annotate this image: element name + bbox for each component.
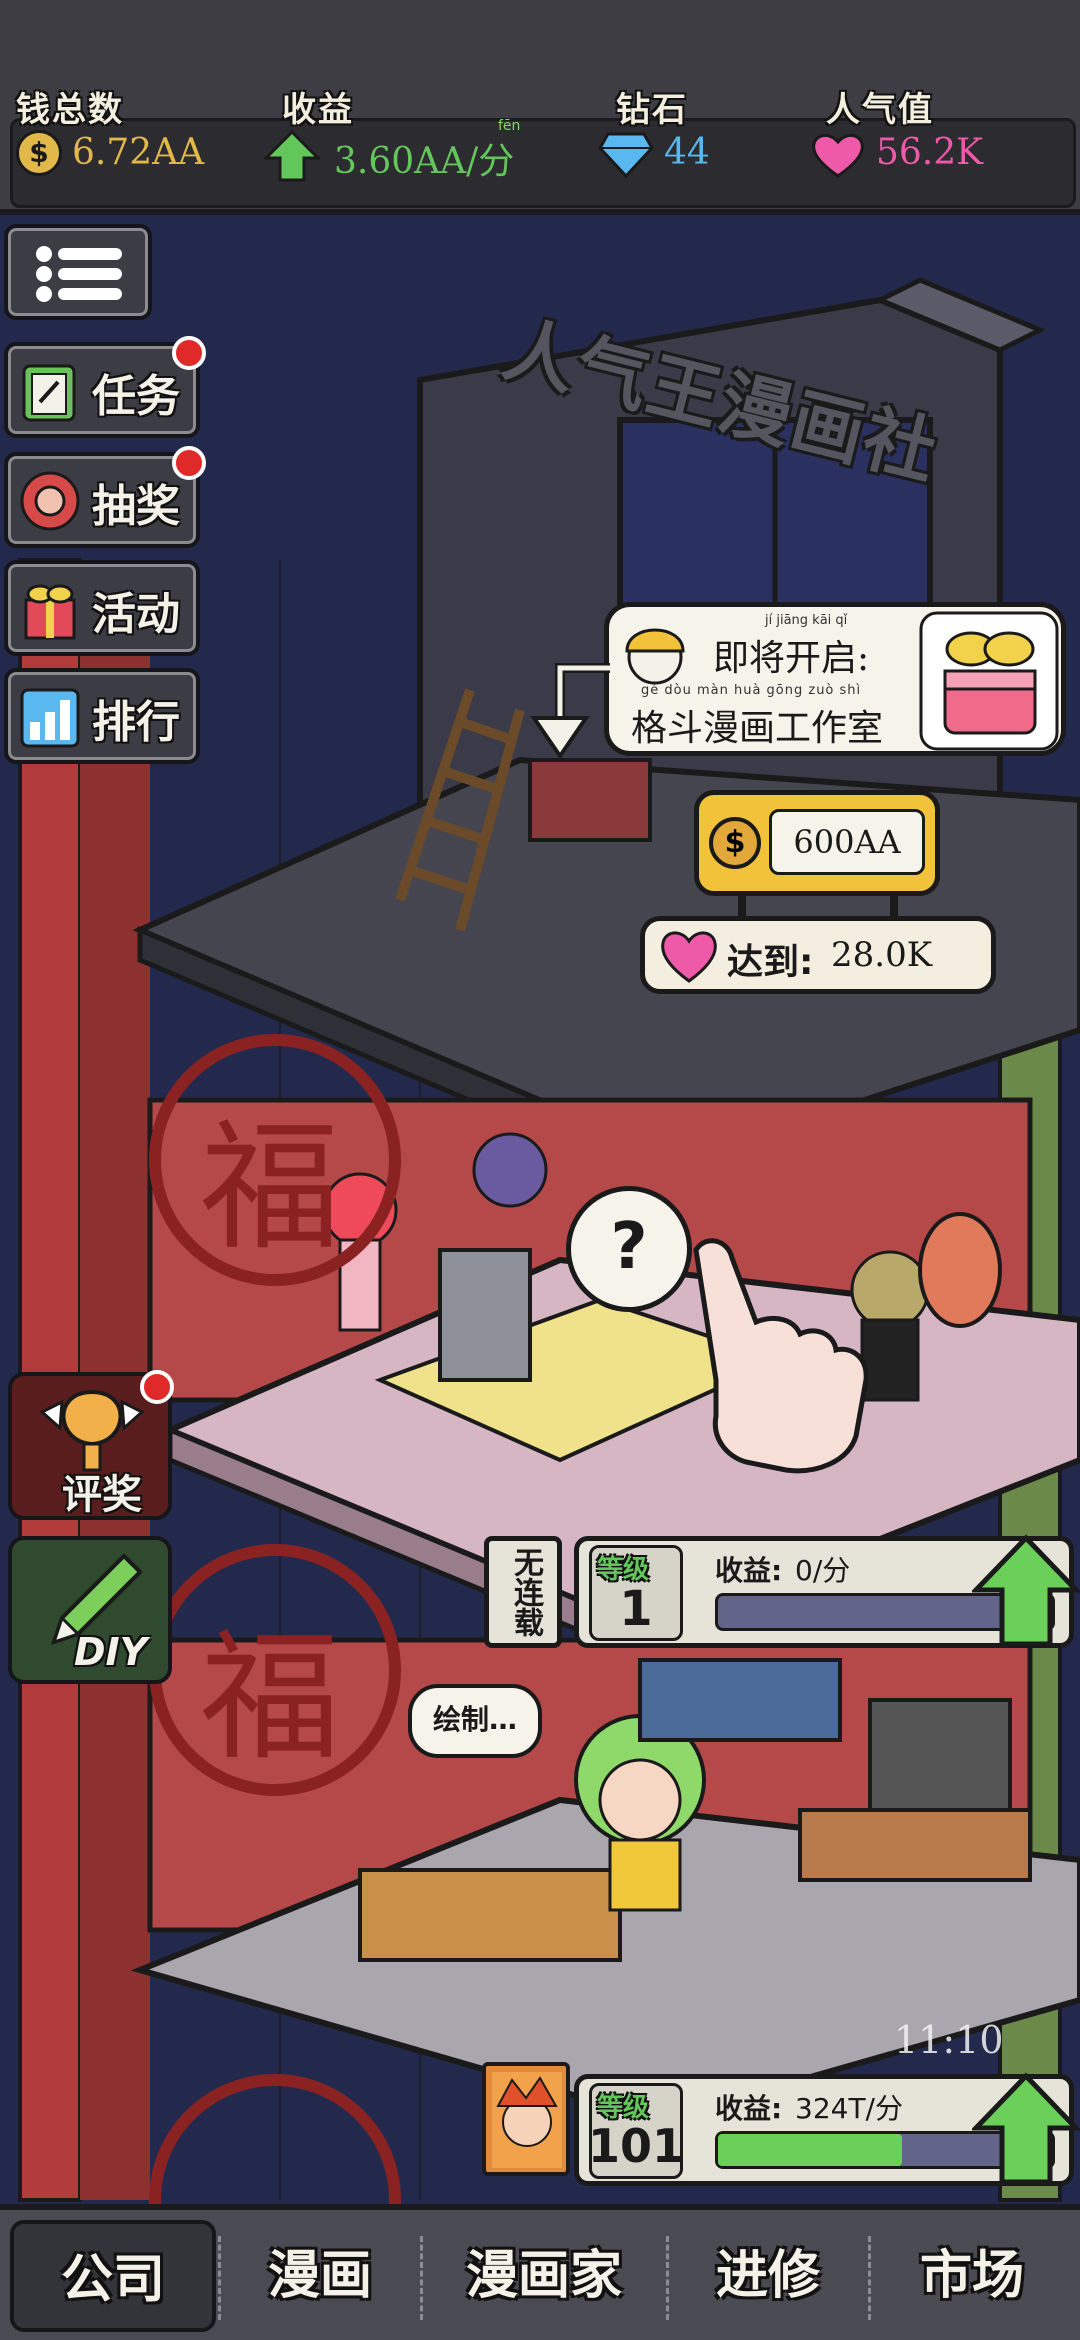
task-clipboard-icon [22, 364, 76, 422]
stats-bar: 钱总数 $ 6.72AA 收益 fēn 3.60AA/分 钻石 44 人气值 5… [0, 0, 1080, 215]
popularity-value: 56.2K [876, 132, 984, 173]
upcoming-studio-bubble[interactable]: jí jiāng kāi qǐ 即将开启: gé dòu màn huà gōn… [604, 602, 1066, 756]
bottom-nav: 公司 漫画 漫画家 进修 市场 [0, 2204, 1080, 2340]
fu-decoration: 福 [200, 1107, 341, 1270]
drawing-speech-bubble: 绘制… [408, 1684, 542, 1758]
side-item-lottery[interactable]: 抽奖 [4, 452, 200, 548]
income-label: 收益: [715, 2092, 783, 2125]
unlock-cost-plate: $ 600AA [694, 790, 940, 896]
diamonds-label: 钻石 [616, 90, 688, 130]
fu-decoration: 福 [200, 1617, 341, 1780]
no-serial-status: 无连载 [484, 1536, 562, 1648]
tab-market[interactable]: 市场 [872, 2220, 1072, 2332]
menu-list-icon [36, 246, 122, 302]
heart-icon [661, 931, 717, 983]
requirement-value: 28.0K [831, 935, 933, 975]
upcoming-title: 即将开启: [713, 638, 870, 679]
lottery-icon [20, 471, 80, 531]
diy-button[interactable]: DIY [8, 1536, 172, 1684]
coin-icon: $ [16, 130, 62, 176]
side-item-task[interactable]: 任务 [4, 342, 200, 438]
arrow-up-icon [264, 129, 320, 182]
upgrade-button[interactable] [972, 1532, 1080, 1652]
diamonds-value: 44 [664, 132, 710, 173]
income-label: 收益 [282, 90, 354, 130]
title-pinyin: jí jiāng kāi qǐ [765, 613, 848, 628]
money-value: 6.72AA [72, 132, 205, 173]
gift-icon [24, 584, 76, 640]
tab-training[interactable]: 进修 [670, 2220, 866, 2332]
income-label: 收益: [715, 1554, 783, 1587]
artist-avatar[interactable] [482, 2062, 570, 2176]
award-label: 评奖 [62, 1472, 142, 1518]
tab-company[interactable]: 公司 [10, 2220, 216, 2332]
income-value: 0/分 [795, 1554, 851, 1587]
tab-comics[interactable]: 漫画 [222, 2220, 418, 2332]
progress-fill [718, 2134, 902, 2166]
ranking-icon [20, 688, 80, 748]
heart-icon [812, 134, 864, 178]
level-value: 101 [587, 2119, 685, 2173]
upgrade-button[interactable] [972, 2070, 1080, 2190]
side-item-event[interactable]: 活动 [4, 560, 200, 656]
income-value: 3.60AA/分 [334, 141, 515, 182]
diy-label: DIY [74, 1630, 148, 1674]
notification-badge [172, 446, 206, 480]
clock-text: 11:10 [894, 2018, 1004, 2062]
plate-post [890, 892, 898, 916]
upcoming-studio-name: 格斗漫画工作室 [631, 708, 884, 749]
main-menu-button[interactable] [4, 224, 152, 320]
requirement-label: 达到: [727, 942, 814, 983]
unknown-character-bubble[interactable]: ? [566, 1186, 692, 1312]
cake-gift-icon [919, 611, 1059, 751]
level-value: 1 [619, 1581, 653, 1637]
side-item-label: 活动 [92, 589, 180, 640]
income-value: 324T/分 [795, 2092, 903, 2125]
plate-post [738, 892, 746, 916]
unlock-requirement-plate: 达到: 28.0K [640, 916, 996, 994]
construction-helmet-icon [625, 628, 685, 685]
side-item-label: 抽奖 [92, 481, 180, 532]
notification-badge [140, 1370, 174, 1404]
artist-portrait-icon [492, 2072, 562, 2168]
money-label: 钱总数 [16, 90, 124, 130]
name-pinyin: gé dòu màn huà gōng zuò shì [641, 683, 862, 698]
tap-hand-hint-icon [693, 1238, 869, 1474]
side-item-label: 排行 [92, 697, 180, 748]
side-item-label: 任务 [92, 371, 180, 422]
popularity-label: 人气值 [826, 90, 934, 130]
notification-badge [172, 336, 206, 370]
unlock-cost-value: 600AA [769, 809, 925, 875]
side-item-ranking[interactable]: 排行 [4, 668, 200, 764]
pointer-down-arrow [530, 663, 610, 760]
coin-icon: $ [709, 817, 761, 869]
diamond-icon [598, 132, 654, 179]
tab-artists[interactable]: 漫画家 [424, 2220, 664, 2332]
